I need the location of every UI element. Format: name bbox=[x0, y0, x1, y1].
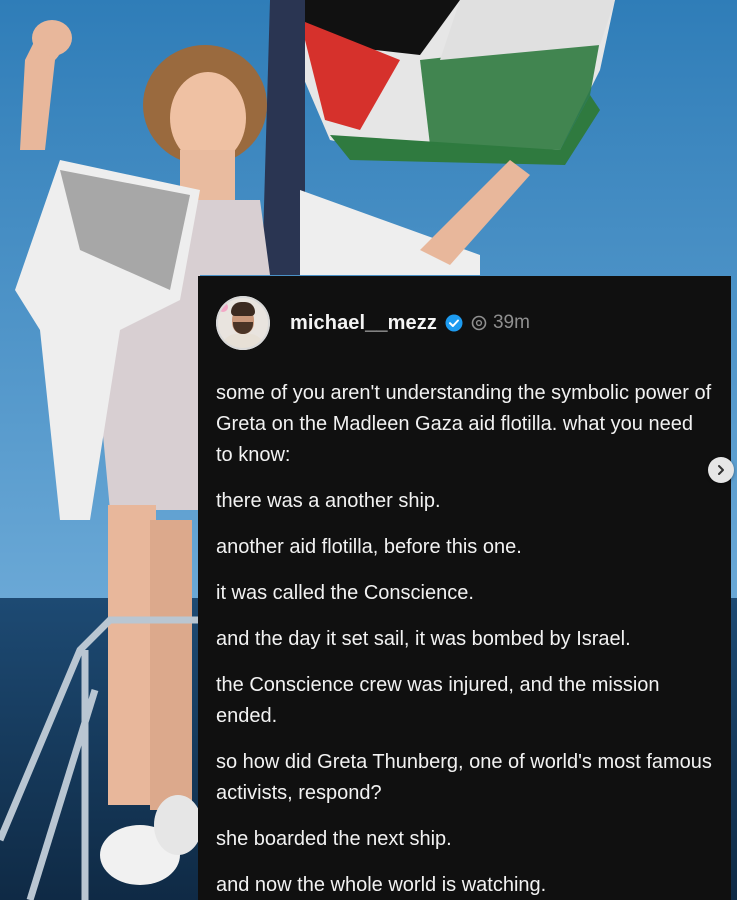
next-button[interactable] bbox=[708, 457, 734, 483]
username[interactable]: michael__mezz bbox=[290, 312, 437, 335]
avatar-ring bbox=[216, 296, 270, 350]
post-paragraph: there was a another ship. bbox=[216, 490, 441, 512]
post-paragraph: so how did Greta Thunberg, one of world'… bbox=[216, 751, 712, 804]
post-card[interactable]: michael__mezz 39m some of you aren't und… bbox=[198, 276, 731, 900]
post-timestamp: 39m bbox=[492, 312, 530, 333]
chevron-right-icon bbox=[718, 465, 724, 475]
post-paragraph: some of you aren't understanding the sym… bbox=[216, 382, 712, 466]
post-paragraph: the Conscience crew was injured, and the… bbox=[216, 674, 660, 727]
threads-logo-icon bbox=[471, 315, 487, 331]
post-paragraph: it was called the Conscience. bbox=[216, 582, 474, 604]
post-header: michael__mezz 39m bbox=[216, 294, 713, 352]
screenshot: michael__mezz 39m some of you aren't und… bbox=[0, 0, 737, 900]
verified-badge-icon bbox=[445, 314, 463, 332]
post-paragraph: and the day it set sail, it was bombed b… bbox=[216, 628, 631, 650]
avatar[interactable] bbox=[216, 296, 270, 350]
post-paragraph: another aid flotilla, before this one. bbox=[216, 536, 522, 558]
post-body: some of you aren't understanding the sym… bbox=[216, 378, 713, 900]
post-paragraph: and now the whole world is watching. bbox=[216, 874, 547, 896]
post-paragraph: she boarded the next ship. bbox=[216, 828, 452, 850]
